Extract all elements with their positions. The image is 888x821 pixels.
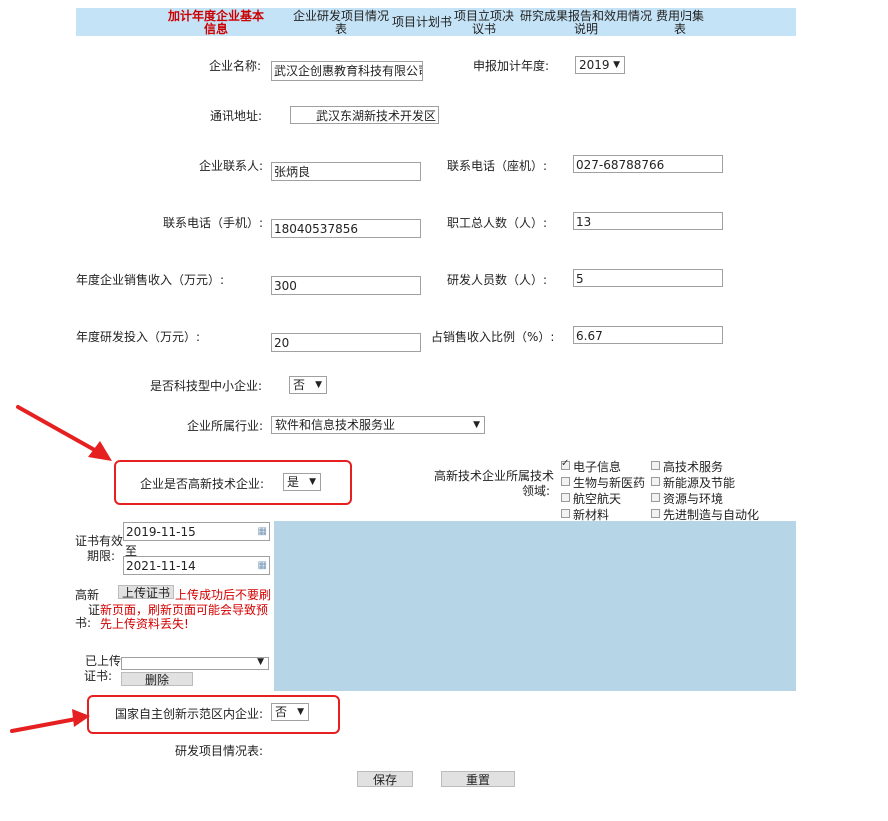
year-select[interactable]: 2019 ▼	[575, 56, 625, 74]
innovation-select-value: 否	[275, 705, 288, 719]
field-label-new-energy: 新能源及节能	[663, 476, 736, 490]
tech-sme-select-value: 否	[293, 378, 306, 392]
year-select-value: 2019	[579, 58, 610, 72]
annotation-arrow-icon	[10, 709, 90, 733]
field-label-hightech-service: 高技术服务	[663, 460, 724, 474]
ratio-label: 占销售收入比例（%）:	[431, 330, 555, 344]
tab-research-report[interactable]: 研究成果报告和效用情况说明	[518, 10, 654, 36]
field-checkbox-new-material[interactable]	[561, 509, 570, 518]
field-label-electronics: 电子信息	[573, 460, 622, 474]
blue-panel	[274, 521, 796, 691]
industry-label: 企业所属行业:	[187, 419, 264, 433]
landline-label: 联系电话（座机）:	[447, 159, 548, 173]
address-label: 通讯地址:	[210, 109, 263, 123]
tech-field-label-2: 领域:	[522, 484, 551, 498]
industry-select-value: 软件和信息技术服务业	[275, 418, 396, 432]
annotation-arrow-icon	[16, 405, 112, 461]
year-label: 申报加计年度:	[473, 59, 550, 73]
address-input[interactable]: 武汉东湖新技术开发区	[290, 106, 439, 124]
cert-end-date-input[interactable]: 2021-11-14 ▦	[123, 556, 270, 575]
hightech-select[interactable]: 是 ▼	[283, 473, 321, 491]
chevron-down-icon: ▼	[257, 657, 264, 667]
rd-projects-label: 研发项目情况表:	[175, 744, 264, 758]
tech-sme-select[interactable]: 否 ▼	[289, 376, 327, 394]
field-label-biomedicine: 生物与新医药	[573, 476, 646, 490]
mobile-input[interactable]: 18040537856	[271, 219, 421, 238]
upload-warning-line1: 上传成功后不要刷	[175, 588, 272, 602]
delete-cert-button[interactable]: 删除	[121, 672, 193, 687]
landline-input[interactable]: 027-68788766	[573, 155, 723, 173]
contact-label: 企业联系人:	[199, 159, 264, 173]
rd-invest-input[interactable]: 20	[271, 333, 421, 352]
field-label-environment: 资源与环境	[663, 492, 724, 506]
tab-basic-info[interactable]: 加计年度企业基本信息	[168, 10, 264, 36]
hightech-select-value: 是	[287, 475, 300, 489]
company-name-input[interactable]: 武汉企创惠教育科技有限公司	[271, 61, 423, 81]
field-checkbox-new-energy[interactable]	[651, 477, 660, 486]
cert-start-date-value: 2019-11-15	[126, 525, 196, 539]
field-checkbox-advanced-manufacturing[interactable]	[651, 509, 660, 518]
tab-rd-projects[interactable]: 企业研发项目情况表	[293, 10, 389, 36]
rd-invest-label: 年度研发投入（万元）:	[76, 330, 201, 344]
contact-input[interactable]: 张炳良	[271, 162, 421, 181]
tab-project-resolution[interactable]: 项目立项决议书	[450, 10, 518, 36]
industry-select[interactable]: 软件和信息技术服务业 ▼	[271, 416, 485, 434]
calendar-icon[interactable]: ▦	[258, 523, 267, 540]
hightech-label: 企业是否高新技术企业:	[140, 477, 265, 491]
innovation-label: 国家自主创新示范区内企业:	[115, 707, 264, 721]
calendar-icon[interactable]: ▦	[258, 557, 267, 574]
field-checkbox-electronics[interactable]	[561, 458, 570, 470]
rd-staff-label: 研发人员数（人）:	[447, 273, 548, 287]
cert-start-date-input[interactable]: 2019-11-15 ▦	[123, 522, 270, 541]
uploaded-cert-select[interactable]: ▼	[121, 657, 269, 670]
upload-warning-line2: 新页面，刷新页面可能会导致预	[100, 603, 269, 617]
tech-sme-label: 是否科技型中小企业:	[150, 379, 263, 393]
company-name-label: 企业名称:	[209, 59, 262, 73]
chevron-down-icon: ▼	[473, 420, 480, 430]
cert-end-date-value: 2021-11-14	[126, 559, 196, 573]
chevron-down-icon: ▼	[613, 60, 620, 70]
tab-expense-summary[interactable]: 费用归集表	[654, 10, 706, 36]
upload-warning-line3: 先上传资料丢失!	[100, 617, 189, 631]
field-label-aerospace: 航空航天	[573, 492, 622, 506]
field-checkbox-biomedicine[interactable]	[561, 477, 570, 486]
innovation-select[interactable]: 否 ▼	[271, 703, 309, 721]
chevron-down-icon: ▼	[309, 477, 316, 487]
field-checkbox-hightech-service[interactable]	[651, 461, 660, 470]
cert-period-label-2: 期限:	[87, 549, 116, 563]
chevron-down-icon: ▼	[297, 707, 304, 717]
employees-input[interactable]: 13	[573, 212, 723, 230]
mobile-label: 联系电话（手机）:	[163, 216, 264, 230]
sales-input[interactable]: 300	[271, 276, 421, 295]
field-checkbox-aerospace[interactable]	[561, 493, 570, 502]
chevron-down-icon: ▼	[315, 380, 322, 390]
tab-bar: 加计年度企业基本信息 企业研发项目情况表 项目计划书 项目立项决议书 研究成果报…	[76, 8, 796, 36]
uploaded-cert-label-2: 证书:	[84, 669, 113, 683]
rd-staff-input[interactable]: 5	[573, 269, 723, 287]
upload-cert-button[interactable]: 上传证书	[118, 585, 174, 600]
employees-label: 职工总人数（人）:	[447, 216, 548, 230]
save-button[interactable]: 保存	[357, 771, 413, 787]
field-checkbox-environment[interactable]	[651, 493, 660, 502]
reset-button[interactable]: 重置	[441, 771, 515, 787]
cert-upload-label-3: 书:	[75, 616, 92, 630]
sales-label: 年度企业销售收入（万元）:	[76, 273, 225, 287]
ratio-input[interactable]: 6.67	[573, 326, 723, 344]
